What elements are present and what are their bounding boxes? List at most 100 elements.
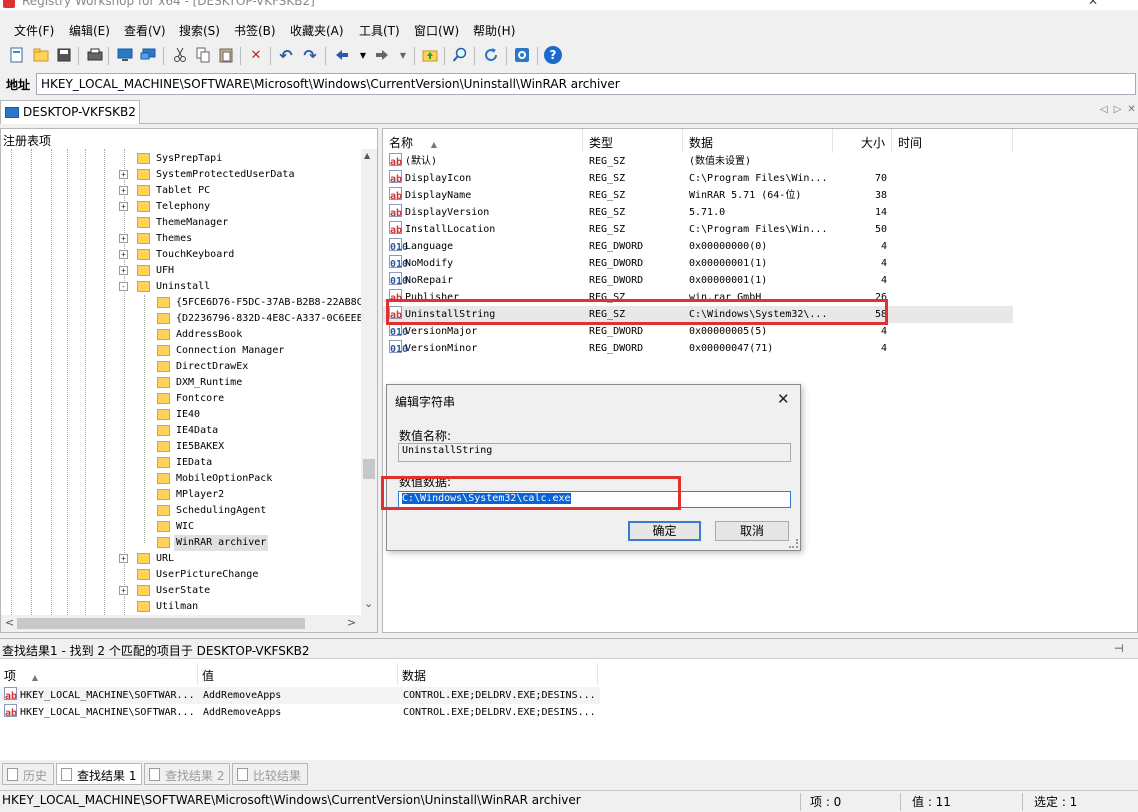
tree-item[interactable]: DXM_Runtime	[1, 375, 361, 391]
scroll-left-icon[interactable]: <	[5, 616, 14, 629]
tree-item[interactable]: WIC	[1, 519, 361, 535]
scroll-right-icon[interactable]: >	[347, 616, 356, 629]
tree-item[interactable]: Connection Manager	[1, 343, 361, 359]
menu-file[interactable]: 文件(F)	[14, 22, 54, 39]
column-time[interactable]: 时间	[892, 129, 1013, 153]
up-folder-icon[interactable]	[421, 46, 439, 64]
tree-item[interactable]: IE40	[1, 407, 361, 423]
resize-grip-icon[interactable]	[789, 539, 798, 548]
value-row[interactable]: 010 NoModify REG_DWORD 0x00000001(1) 4	[383, 255, 1013, 272]
print-icon[interactable]	[86, 46, 104, 64]
tree-item[interactable]: Utilman	[1, 599, 361, 615]
column-data[interactable]: 数据	[683, 129, 833, 153]
column-item[interactable]: 项 ▲	[0, 663, 198, 685]
copy-icon[interactable]	[194, 46, 212, 64]
collapse-icon[interactable]: -	[119, 282, 128, 291]
find-result-row[interactable]: ab HKEY_LOCAL_MACHINE\SOFTWAR... AddRemove…	[0, 687, 600, 704]
column-value[interactable]: 值	[198, 663, 398, 685]
tree-item[interactable]: AddressBook	[1, 327, 361, 343]
redo-icon[interactable]: ↷	[301, 46, 319, 65]
tree-item[interactable]: + UserState	[1, 583, 361, 599]
delete-icon[interactable]: ✕	[247, 46, 265, 64]
tree-item[interactable]: {D2236796-832D-4E8C-A337-0C6EEE	[1, 311, 363, 327]
tree-item[interactable]: - Uninstall	[1, 279, 361, 295]
value-row[interactable]: 010 NoRepair REG_DWORD 0x00000001(1) 4	[383, 272, 1013, 289]
menu-tools[interactable]: 工具(T)	[359, 22, 400, 39]
column-data[interactable]: 数据	[398, 663, 598, 685]
tree-item[interactable]: ThemeManager	[1, 215, 361, 231]
value-row[interactable]: ab DisplayIcon REG_SZ C:\Program Files\Win.…	[383, 170, 1013, 187]
find-result-row[interactable]: ab HKEY_LOCAL_MACHINE\SOFTWAR... AddRemove…	[0, 704, 600, 721]
menu-search[interactable]: 搜索(S)	[179, 22, 220, 39]
settings-icon[interactable]	[513, 46, 531, 64]
menu-window[interactable]: 窗口(W)	[414, 22, 459, 39]
pin-icon[interactable]: ⊣	[1114, 642, 1124, 655]
tree-item[interactable]: + TouchKeyboard	[1, 247, 361, 263]
back-icon[interactable]	[333, 46, 351, 64]
undo-icon[interactable]: ↶	[277, 46, 295, 65]
tree-item[interactable]: MobileOptionPack	[1, 471, 361, 487]
value-row[interactable]: 010 VersionMajor REG_DWORD 0x00000005(5) 4	[383, 323, 1013, 340]
forward-icon[interactable]	[373, 46, 391, 64]
expand-icon[interactable]: +	[119, 234, 128, 243]
back-dropdown-icon[interactable]: ▼	[354, 46, 372, 64]
column-name[interactable]: 名称 ▲	[383, 129, 583, 153]
value-row[interactable]: ab (默认) REG_SZ (数值未设置)	[383, 153, 1013, 170]
ok-button[interactable]: 确定	[628, 521, 701, 541]
tree-item[interactable]: WinRAR archiver	[1, 535, 361, 551]
tree-vertical-scroll-thumb[interactable]	[363, 459, 375, 479]
tab-find-results-1[interactable]: 查找结果 1	[56, 763, 142, 785]
computer-icon[interactable]	[116, 46, 134, 64]
tree-item[interactable]: DirectDrawEx	[1, 359, 361, 375]
tree-item[interactable]: SchedulingAgent	[1, 503, 361, 519]
cut-icon[interactable]	[171, 46, 189, 64]
cancel-button[interactable]: 取消	[715, 521, 789, 541]
open-icon[interactable]	[32, 46, 50, 64]
tab-find-results-2[interactable]: 查找结果 2	[144, 763, 230, 785]
tree-item[interactable]: + Tablet PC	[1, 183, 361, 199]
window-close-icon[interactable]: ✕	[1088, 0, 1098, 8]
menu-view[interactable]: 查看(V)	[124, 22, 166, 39]
tree-vertical-scrollbar[interactable]: ▲ ⌄	[361, 149, 377, 615]
tree-item[interactable]: + Themes	[1, 231, 361, 247]
close-icon[interactable]: ✕	[777, 390, 790, 408]
expand-icon[interactable]: +	[119, 170, 128, 179]
menu-favorites[interactable]: 收藏夹(A)	[290, 22, 344, 39]
expand-icon[interactable]: +	[119, 586, 128, 595]
tree-item[interactable]: + Telephony	[1, 199, 361, 215]
scroll-up-icon[interactable]: ▲	[364, 151, 370, 160]
tab-compare-results[interactable]: 比较结果	[232, 763, 308, 785]
tree-item[interactable]: + SystemProtectedUserData	[1, 167, 361, 183]
tree-horizontal-scroll-thumb[interactable]	[17, 618, 305, 629]
tree-item[interactable]: IE4Data	[1, 423, 361, 439]
tab-desktop[interactable]: DESKTOP-VKFSKB2	[0, 100, 140, 124]
value-row[interactable]: ab DisplayName REG_SZ WinRAR 5.71 (64-位) 38	[383, 187, 1013, 204]
tree-item[interactable]: + UFH	[1, 263, 361, 279]
tree-item[interactable]: + URL	[1, 551, 361, 567]
expand-icon[interactable]: +	[119, 554, 128, 563]
tree-item[interactable]: Fontcore	[1, 391, 361, 407]
value-row[interactable]: ab DisplayVersion REG_SZ 5.71.0 14	[383, 204, 1013, 221]
help-icon[interactable]: ?	[544, 46, 562, 64]
value-row[interactable]: 010 VersionMinor REG_DWORD 0x00000047(71) 4	[383, 340, 1013, 357]
new-icon[interactable]	[8, 46, 26, 64]
tree-item[interactable]: IE5BAKEX	[1, 439, 361, 455]
refresh-icon[interactable]	[482, 46, 500, 64]
tab-history[interactable]: 历史	[2, 763, 54, 785]
tree-item[interactable]: SysPrepTapi	[1, 151, 361, 167]
find-icon[interactable]	[451, 46, 469, 64]
tab-navigation-icons[interactable]: ◁▷✕	[1100, 104, 1138, 115]
column-size[interactable]: 大小	[833, 129, 892, 153]
column-type[interactable]: 类型	[583, 129, 683, 153]
expand-icon[interactable]: +	[119, 186, 128, 195]
connect-icon[interactable]	[139, 46, 157, 64]
forward-dropdown-icon[interactable]: ▼	[394, 46, 412, 64]
tree-item[interactable]: {5FCE6D76-F5DC-37AB-B2B8-22AB8C	[1, 295, 363, 311]
scroll-down-icon[interactable]: ⌄	[364, 597, 373, 610]
menu-help[interactable]: 帮助(H)	[473, 22, 515, 39]
address-input[interactable]: HKEY_LOCAL_MACHINE\SOFTWARE\Microsoft\Wi…	[36, 73, 1136, 95]
value-row[interactable]: 010 Language REG_DWORD 0x00000000(0) 4	[383, 238, 1013, 255]
tree-item[interactable]: MPlayer2	[1, 487, 361, 503]
menu-edit[interactable]: 编辑(E)	[69, 22, 110, 39]
save-icon[interactable]	[55, 46, 73, 64]
